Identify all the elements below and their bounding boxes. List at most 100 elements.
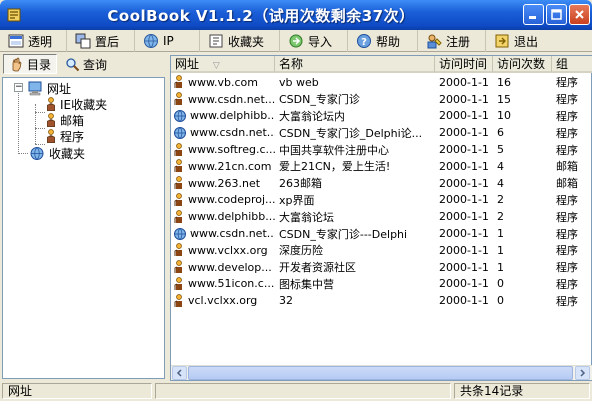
arrow-right-icon xyxy=(580,369,586,377)
table-row[interactable]: www.vclxx.org 深度历险 2000-1-1 1 程序 xyxy=(171,242,592,259)
column-header-name[interactable]: 名称 xyxy=(275,56,435,73)
send-back-icon xyxy=(75,33,91,49)
url-text: www.263.net xyxy=(188,176,261,190)
close-button[interactable] xyxy=(569,4,590,25)
table-row[interactable]: www.softreg.c... 中国共享软件注册中心 2000-1-1 5 程序 xyxy=(171,141,592,158)
tree-line xyxy=(35,112,45,113)
cell-url: www.csdn.net... xyxy=(171,227,275,241)
cell-name: 中国共享软件注册中心 xyxy=(279,143,389,157)
cell-group: 程序 xyxy=(556,244,578,258)
cell-count: 0 xyxy=(497,294,504,308)
cell-count: 4 xyxy=(497,176,504,190)
tree-node-programs[interactable]: 程序 xyxy=(45,128,84,144)
table-row[interactable]: www.51icon.c... 图标集中营 2000-1-1 0 程序 xyxy=(171,276,592,293)
globe-icon xyxy=(144,34,158,48)
table-row[interactable]: www.vb.com vb web 2000-1-1 16 程序 xyxy=(171,74,592,91)
globe-icon xyxy=(174,227,186,240)
url-text: www.softreg.c... xyxy=(188,143,275,157)
table-row[interactable]: www.csdn.net... CSDN_专家门诊---Delphi 2000-1-… xyxy=(171,225,592,242)
cell-name: 深度历险 xyxy=(279,244,323,258)
toolbar-button-ip[interactable]: IP xyxy=(135,30,200,52)
table-row[interactable]: www.develop... 开发者资源社区 2000-1-1 1 程序 xyxy=(171,259,592,276)
tree-node-mailbox[interactable]: 邮箱 xyxy=(45,112,84,128)
column-header-group[interactable]: 组 xyxy=(552,56,592,73)
sort-down-icon: ▽ xyxy=(212,61,220,71)
maximize-button[interactable] xyxy=(546,4,567,25)
toolbar-button-transparent[interactable]: 透明 xyxy=(0,30,67,52)
cell-time: 2000-1-1 xyxy=(439,294,489,308)
cell-name: CSDN_专家门诊 xyxy=(279,93,360,107)
bookmark-list[interactable]: 网址 ▽ 名称 访问时间 访问次数 组 www.vb.com vb web 2000… xyxy=(170,55,592,381)
cell-name: 图标集中营 xyxy=(279,277,334,291)
table-row[interactable]: www.21cn.com 爱上21CN，爱上生活! 2000-1-1 4 邮箱 xyxy=(171,158,592,175)
column-header-visit-count[interactable]: 访问次数 xyxy=(493,56,552,73)
tree-node-ie-favorites[interactable]: IE收藏夹 xyxy=(45,96,107,112)
scroll-right-button[interactable] xyxy=(575,366,590,380)
cell-count: 2 xyxy=(497,193,504,207)
tab-query[interactable]: 查询 xyxy=(59,54,114,74)
cell-name: 爱上21CN，爱上生活! xyxy=(279,160,391,174)
cell-name: 开发者资源社区 xyxy=(279,261,356,275)
url-text: www.51icon.c... xyxy=(188,277,275,291)
person-icon xyxy=(174,176,182,190)
toolbar-button-exit[interactable]: 退出 xyxy=(486,30,556,52)
cell-count: 16 xyxy=(497,75,511,89)
tree-expander[interactable]: − xyxy=(14,83,23,92)
toolbar-button-import[interactable]: 导入 xyxy=(280,30,348,52)
cell-url: www.develop... xyxy=(171,260,275,274)
table-row[interactable]: www.csdn.net... CSDN_专家门诊 2000-1-1 15 程序 xyxy=(171,91,592,108)
horizontal-scrollbar[interactable] xyxy=(171,365,592,380)
toolbar-button-favorites[interactable]: 收藏夹 xyxy=(200,30,280,52)
close-icon xyxy=(575,10,584,19)
bookmark-icon xyxy=(209,34,223,48)
toolbar-button-help[interactable]: ? 帮助 xyxy=(348,30,418,52)
person-icon xyxy=(174,243,182,257)
url-text: www.csdn.net... xyxy=(188,92,275,106)
tab-directory[interactable]: 目录 xyxy=(3,54,58,74)
cell-count: 10 xyxy=(497,109,511,123)
scroll-thumb[interactable] xyxy=(188,366,573,380)
person-icon xyxy=(47,128,55,143)
arrow-left-icon xyxy=(176,369,182,377)
url-text: www.vclxx.org xyxy=(188,243,268,257)
cell-group: 程序 xyxy=(556,193,578,207)
cell-time: 2000-1-1 xyxy=(439,277,489,291)
cell-url: www.263.net xyxy=(171,176,275,190)
computer-icon xyxy=(28,81,42,95)
svg-text:?: ? xyxy=(361,37,367,48)
toolbar-button-register[interactable]: 注册 xyxy=(418,30,486,52)
cell-url: www.21cn.com xyxy=(171,159,275,173)
minimize-button[interactable] xyxy=(523,4,544,25)
cell-group: 邮箱 xyxy=(556,177,578,191)
window-title: CoolBook V1.1.2（试用次数剩余37次） xyxy=(107,7,415,25)
cell-time: 2000-1-1 xyxy=(439,227,489,241)
table-row[interactable]: vcl.vclxx.org 32 2000-1-1 0 程序 xyxy=(171,292,592,309)
tree-line xyxy=(35,128,45,129)
table-row[interactable]: www.263.net 263邮箱 2000-1-1 4 邮箱 xyxy=(171,175,592,192)
column-header-url[interactable]: 网址 ▽ xyxy=(171,56,275,73)
table-row[interactable]: www.delphibb... 大富翁论坛 2000-1-1 2 程序 xyxy=(171,208,592,225)
import-icon xyxy=(289,34,303,48)
folder-tree[interactable]: − 网址 IE收藏夹 邮箱 程序 收藏夹 xyxy=(2,77,165,379)
person-icon xyxy=(174,193,182,206)
title-bar[interactable]: CoolBook V1.1.2（试用次数剩余37次） xyxy=(0,0,592,30)
url-text: www.vb.com xyxy=(188,75,258,89)
table-row[interactable]: www.codeproj... xp界面 2000-1-1 2 程序 xyxy=(171,192,592,209)
cell-time: 2000-1-1 xyxy=(439,92,489,106)
tree-node-favorites[interactable]: 收藏夹 xyxy=(29,145,85,161)
toolbar-button-send-back[interactable]: 置后 xyxy=(67,30,135,52)
cell-group: 程序 xyxy=(556,227,578,241)
person-icon xyxy=(47,96,55,111)
column-header-visit-time[interactable]: 访问时间 xyxy=(435,56,493,73)
scroll-left-button[interactable] xyxy=(172,366,187,380)
table-row[interactable]: www.delphibb... 大富翁论坛内 2000-1-1 10 程序 xyxy=(171,108,592,125)
cell-count: 4 xyxy=(497,159,504,173)
status-record-count: 共条14记录 xyxy=(454,383,590,399)
list-rows: www.vb.com vb web 2000-1-1 16 程序 www.csdn.net… xyxy=(171,74,592,309)
cell-url: www.softreg.c... xyxy=(171,142,275,157)
cell-count: 0 xyxy=(497,277,504,291)
table-row[interactable]: www.csdn.net... CSDN_专家门诊_Delphi论... 2000-… xyxy=(171,124,592,141)
cell-time: 2000-1-1 xyxy=(439,243,489,257)
tree-node-urls[interactable]: 网址 xyxy=(27,80,71,96)
cell-count: 6 xyxy=(497,126,504,140)
